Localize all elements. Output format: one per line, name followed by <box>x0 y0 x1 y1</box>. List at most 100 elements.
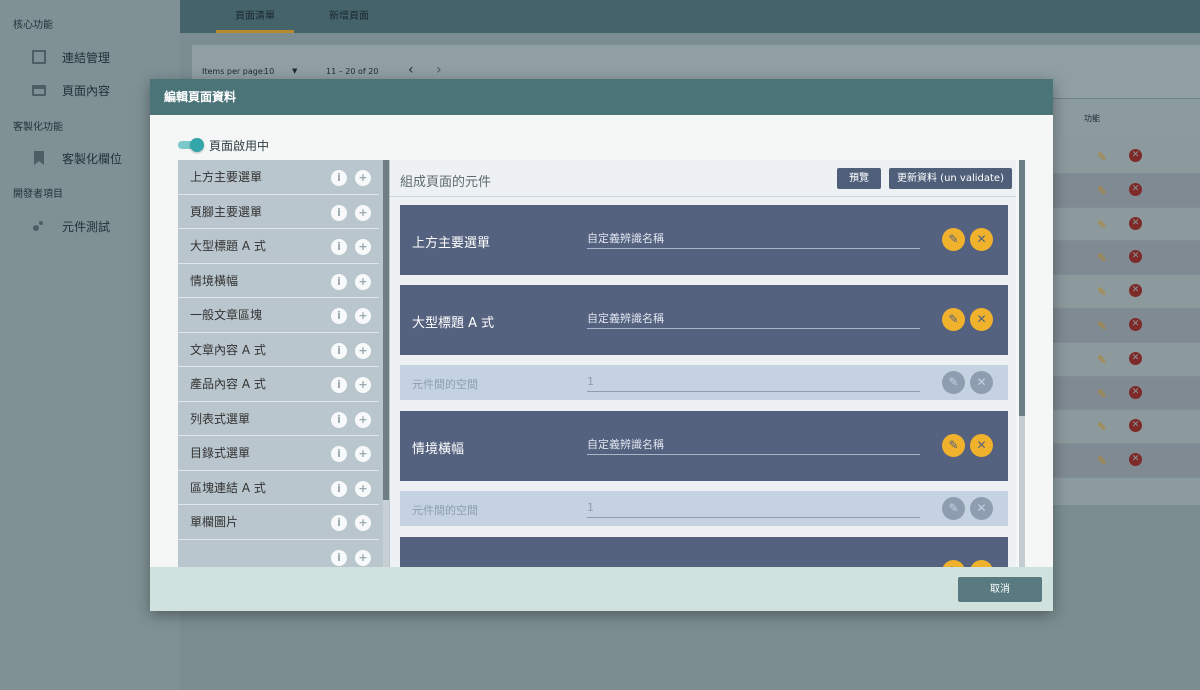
info-icon[interactable]: i <box>331 515 347 531</box>
sidebar-item-label: 連結管理 <box>62 50 111 65</box>
close-icon[interactable]: ✕ <box>970 308 993 331</box>
delete-icon[interactable]: ✕ <box>1129 419 1142 433</box>
component-name: 單欄圖片 <box>190 515 239 530</box>
close-icon[interactable]: ✕ <box>970 497 993 520</box>
list-item[interactable]: 文章內容 A 式 i + <box>178 333 379 367</box>
sidebar-item-custom-fields[interactable]: 客製化欄位 <box>32 148 122 168</box>
pencil-icon[interactable]: ✎ <box>1097 184 1107 198</box>
delete-icon[interactable]: ✕ <box>1129 284 1142 298</box>
custom-name-input[interactable]: 自定義辨識名稱 <box>587 230 920 249</box>
list-item[interactable]: 區塊連結 A 式 i + <box>178 471 379 505</box>
page-icon <box>32 84 46 96</box>
pencil-icon[interactable]: ✎ <box>1097 353 1107 367</box>
component-card: 情境橫幅 自定義辨識名稱 ✎ ✕ <box>400 411 1008 481</box>
preview-button[interactable]: 預覽 <box>837 168 881 189</box>
custom-name-input[interactable]: 自定義辨識名稱 <box>587 310 920 329</box>
items-per-page-select[interactable]: 10 <box>264 67 274 76</box>
pencil-icon[interactable]: ✎ <box>1097 387 1107 401</box>
add-icon[interactable]: + <box>355 411 371 428</box>
info-icon[interactable]: i <box>331 446 347 462</box>
info-icon[interactable]: i <box>331 308 347 324</box>
add-icon[interactable]: + <box>355 273 371 290</box>
delete-icon[interactable]: ✕ <box>1129 351 1142 365</box>
delete-icon[interactable]: ✕ <box>1129 216 1142 230</box>
list-item[interactable]: 列表式選單 i + <box>178 402 379 436</box>
pencil-icon[interactable]: ✎ <box>1097 420 1107 434</box>
list-item[interactable]: 頁腳主要選單 i + <box>178 195 379 229</box>
spacing-input[interactable]: 1 <box>587 501 920 518</box>
prev-page-button[interactable]: ‹ <box>408 62 414 78</box>
component-palette: 上方主要選單 i + 頁腳主要選單 i + 大型標題 A 式 i + 情境橫幅 i + 一般文章… <box>178 160 390 567</box>
edit-icon[interactable]: ✎ <box>942 371 965 394</box>
add-icon[interactable]: + <box>355 239 371 255</box>
delete-icon[interactable]: ✕ <box>1129 385 1142 399</box>
list-item[interactable]: 情境橫幅 i + <box>178 264 379 298</box>
sidebar-item-links[interactable]: 連結管理 <box>32 47 110 67</box>
list-item[interactable]: 一般文章區塊 i + <box>178 298 379 333</box>
component-name: 產品內容 A 式 <box>190 377 266 392</box>
add-icon[interactable]: + <box>355 308 371 324</box>
add-icon[interactable]: + <box>355 342 371 359</box>
edit-icon[interactable]: ✎ <box>942 308 965 331</box>
sidebar-item-component-test[interactable]: 元件測試 <box>32 216 110 236</box>
tab-page-list[interactable]: 頁面清單 <box>216 0 294 33</box>
add-icon[interactable]: + <box>355 515 371 531</box>
delete-icon[interactable]: ✕ <box>1129 182 1142 196</box>
list-item[interactable]: i + <box>178 540 379 568</box>
list-item[interactable]: 目錄式選單 i + <box>178 436 379 471</box>
pencil-icon[interactable]: ✎ <box>1097 285 1107 299</box>
edit-icon[interactable]: ✎ <box>942 228 965 251</box>
edit-page-dialog: 編輯頁面資料 頁面啟用中 上方主要選單 i + 頁腳主要選單 i + 大型標題 A 式i… <box>150 79 1053 611</box>
close-icon[interactable]: ✕ <box>970 434 993 457</box>
add-icon[interactable]: + <box>355 480 371 497</box>
update-button[interactable]: 更新資料 (un validate) <box>889 168 1012 189</box>
delete-icon[interactable]: ✕ <box>1129 317 1142 331</box>
edit-icon[interactable]: ✎ <box>942 497 965 520</box>
next-page-button[interactable]: › <box>436 62 442 78</box>
add-icon[interactable]: + <box>355 170 371 186</box>
edit-icon[interactable]: ✎ <box>942 434 965 457</box>
delete-icon[interactable]: ✕ <box>1129 453 1142 467</box>
list-item[interactable]: 單欄圖片 i + <box>178 505 379 540</box>
spacing-input[interactable]: 1 <box>587 375 920 392</box>
info-icon[interactable]: i <box>331 549 347 566</box>
card-name: 元件間的空間 <box>412 504 478 517</box>
list-item[interactable]: 上方主要選單 i + <box>178 160 379 195</box>
info-icon[interactable]: i <box>331 480 347 497</box>
delete-icon[interactable]: ✕ <box>1129 149 1142 162</box>
pencil-icon[interactable]: ✎ <box>1097 251 1107 265</box>
sidebar-item-page-content[interactable]: 頁面內容 <box>32 80 110 100</box>
card-name: 上方主要選單 <box>412 236 491 251</box>
close-icon[interactable]: ✕ <box>970 228 993 251</box>
page-enabled-toggle[interactable] <box>178 138 204 152</box>
info-icon[interactable]: i <box>331 239 347 255</box>
close-icon[interactable]: ✕ <box>970 560 993 567</box>
palette-scrollbar-thumb[interactable] <box>383 160 389 500</box>
pencil-icon[interactable]: ✎ <box>1097 150 1107 164</box>
info-icon[interactable]: i <box>331 411 347 428</box>
delete-icon[interactable]: ✕ <box>1129 250 1142 264</box>
list-item[interactable]: 產品內容 A 式 i + <box>178 367 379 402</box>
list-item[interactable]: 大型標題 A 式 i + <box>178 229 379 264</box>
component-name: 情境橫幅 <box>190 273 239 288</box>
pencil-icon[interactable]: ✎ <box>1097 218 1107 232</box>
add-icon[interactable]: + <box>355 377 371 393</box>
info-icon[interactable]: i <box>331 273 347 290</box>
edit-icon[interactable]: ✎ <box>942 560 965 567</box>
chevron-down-icon[interactable]: ▼ <box>292 67 297 75</box>
tab-new-page[interactable]: 新增頁面 <box>329 0 369 33</box>
pencil-icon[interactable]: ✎ <box>1097 454 1107 468</box>
pencil-icon[interactable]: ✎ <box>1097 319 1107 333</box>
custom-name-input[interactable]: 自定義辨識名稱 <box>587 436 920 455</box>
add-icon[interactable]: + <box>355 204 371 221</box>
sidebar-item-label: 元件測試 <box>62 219 111 234</box>
info-icon[interactable]: i <box>331 377 347 393</box>
close-icon[interactable]: ✕ <box>970 371 993 394</box>
composition-scrollbar-thumb[interactable] <box>1019 160 1025 416</box>
info-icon[interactable]: i <box>331 204 347 221</box>
info-icon[interactable]: i <box>331 170 347 186</box>
add-icon[interactable]: + <box>355 549 371 566</box>
add-icon[interactable]: + <box>355 446 371 462</box>
info-icon[interactable]: i <box>331 342 347 359</box>
cancel-button[interactable]: 取消 <box>958 577 1042 602</box>
